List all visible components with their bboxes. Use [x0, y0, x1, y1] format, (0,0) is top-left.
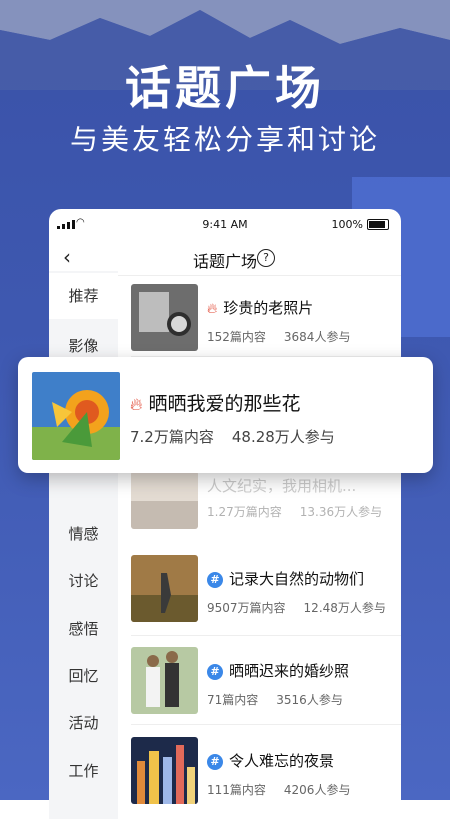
topic-title: 🔥︎ 珍贵的老照片 [207, 299, 314, 317]
featured-meta: 7.2万篇内容 48.28万人参与 [130, 428, 335, 446]
divider [131, 724, 401, 725]
topic-title: 人文纪实，我用相机... [207, 477, 357, 495]
divider [131, 635, 401, 636]
topic-row[interactable]: 🔥︎ 珍贵的老照片 152篇内容 3684人参与 [131, 284, 401, 362]
topic-thumbnail [131, 737, 198, 804]
featured-topic-card[interactable]: 🔥︎ 晒晒我爱的那些花 7.2万篇内容 48.28万人参与 [18, 357, 433, 473]
fire-icon: 🔥︎ [207, 301, 218, 317]
hashtag-icon: # [207, 664, 223, 680]
topic-thumbnail [131, 555, 198, 622]
topic-row[interactable]: # 晒晒迟来的婚纱照 71篇内容 3516人参与 [131, 647, 401, 725]
sidebar-item-emotion[interactable]: 情感 [49, 523, 118, 544]
topic-meta: 71篇内容 3516人参与 [207, 693, 343, 707]
topic-thumbnail [131, 284, 198, 351]
topic-title: # 令人难忘的夜景 [207, 750, 334, 771]
category-sidebar: 推荐 影像 情感 讨论 感悟 回忆 活动 工作 [49, 271, 118, 819]
topic-row[interactable]: # 令人难忘的夜景 111篇内容 4206人参与 [131, 737, 401, 815]
topic-meta: 9507万篇内容 12.48万人参与 [207, 601, 386, 615]
hero-title: 话题广场 [125, 61, 325, 115]
sidebar-item-recommend[interactable]: 推荐 [49, 273, 118, 319]
help-icon[interactable]: ? [257, 249, 275, 267]
sidebar-item-memory[interactable]: 回忆 [49, 665, 118, 686]
topic-meta: 111篇内容 4206人参与 [207, 783, 351, 797]
topic-title: # 晒晒迟来的婚纱照 [207, 660, 349, 681]
featured-thumbnail [32, 372, 120, 460]
hashtag-icon: # [207, 754, 223, 770]
hero-subtitle: 与美友轻松分享和讨论 [69, 123, 380, 156]
sidebar-item-insight[interactable]: 感悟 [49, 618, 118, 639]
page-title: 话题广场 [192, 252, 257, 271]
topic-thumbnail [131, 647, 198, 714]
battery-percent: 100% [331, 218, 363, 231]
topic-row[interactable]: # 记录大自然的动物们 9507万篇内容 12.48万人参与 [131, 555, 401, 633]
fire-icon: 🔥︎ [130, 395, 143, 415]
topic-meta: 152篇内容 3684人参与 [207, 330, 351, 344]
sidebar-item-image[interactable]: 影像 [49, 335, 118, 356]
phone-frame: ◠ 9:41 AM 100% ‹ 话题广场 ? 推荐 影像 情感 讨论 感悟 回… [49, 209, 401, 819]
sidebar-item-work[interactable]: 工作 [49, 760, 118, 781]
sidebar-item-discussion[interactable]: 讨论 [49, 570, 118, 591]
hashtag-icon: # [207, 572, 223, 588]
topic-title: # 记录大自然的动物们 [207, 568, 364, 589]
topic-thumbnail [131, 471, 198, 529]
featured-title: 🔥︎ 晒晒我爱的那些花 [130, 393, 301, 415]
status-bar: ◠ 9:41 AM 100% [49, 209, 401, 239]
topic-row[interactable]: 人文纪实，我用相机... 1.27万篇内容 13.36万人参与 [131, 471, 401, 549]
sidebar-item-event[interactable]: 活动 [49, 712, 118, 733]
battery-icon [367, 219, 389, 230]
topic-meta: 1.27万篇内容 13.36万人参与 [207, 505, 383, 519]
